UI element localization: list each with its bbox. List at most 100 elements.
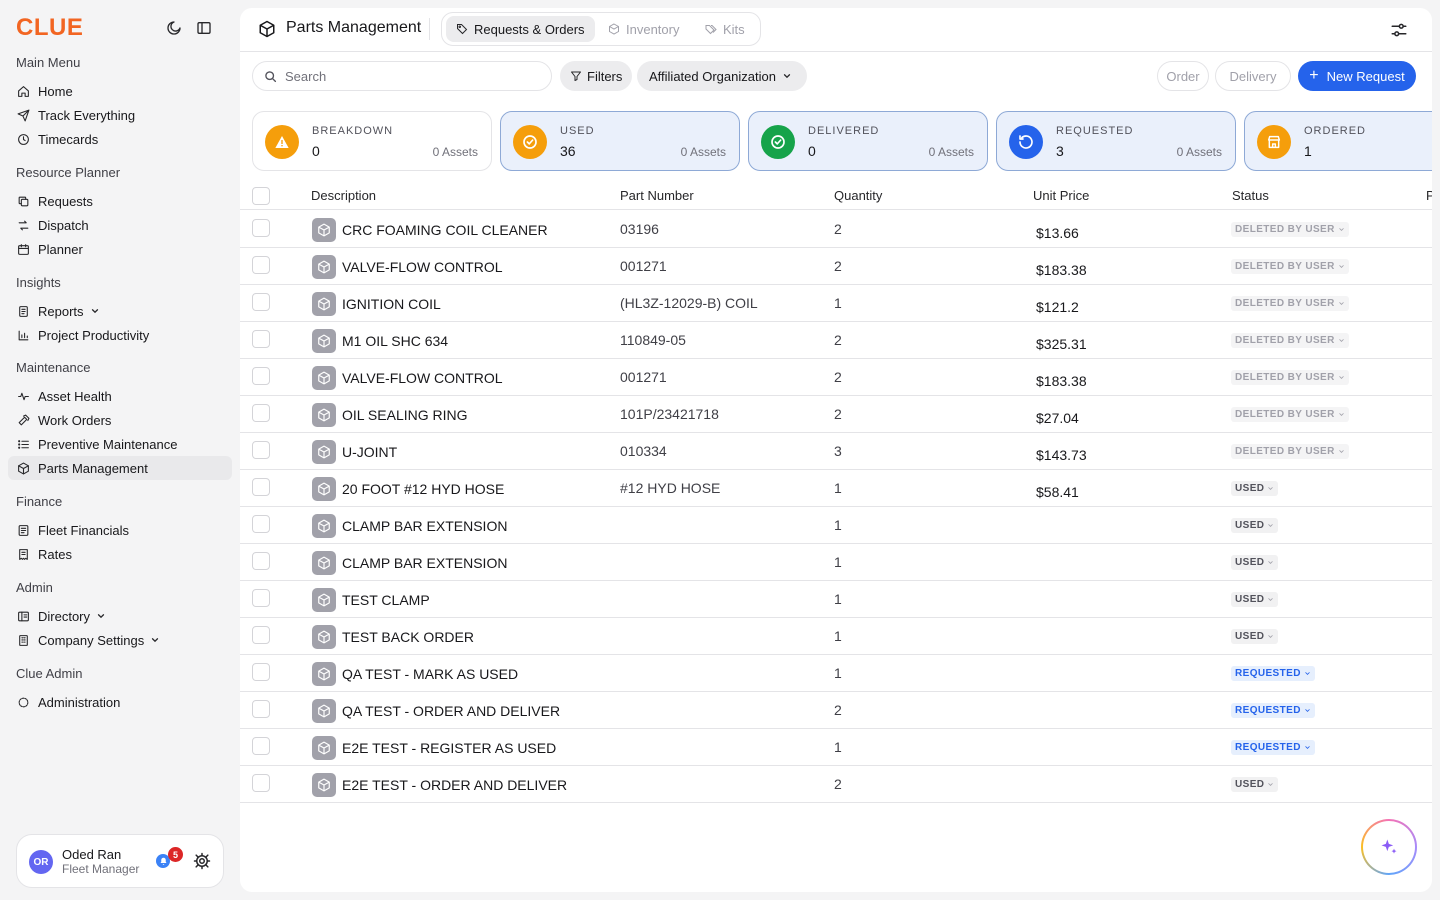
row-checkbox[interactable] <box>252 626 270 644</box>
row-checkbox[interactable] <box>252 367 270 385</box>
status-card-used[interactable]: USED 36 0 Assets <box>500 111 740 171</box>
table-row[interactable]: TEST BACK ORDER 1 USED <box>240 618 1432 655</box>
column-header-part-number[interactable]: Part Number <box>620 188 694 203</box>
row-checkbox[interactable] <box>252 515 270 533</box>
table-row[interactable]: CLAMP BAR EXTENSION 1 USED <box>240 507 1432 544</box>
column-header-p[interactable]: P <box>1426 188 1432 203</box>
column-header-status[interactable]: Status <box>1232 188 1269 203</box>
table-row[interactable]: E2E TEST - ORDER AND DELIVER 2 USED <box>240 766 1432 803</box>
status-card-breakdown[interactable]: BREAKDOWN 0 0 Assets <box>252 111 492 171</box>
column-header-description[interactable]: Description <box>311 188 376 203</box>
tab-requests-orders[interactable]: Requests & Orders <box>446 16 595 42</box>
status-card-ordered[interactable]: ORDERED10 <box>1244 111 1432 171</box>
table-row[interactable]: E2E TEST - REGISTER AS USED 1 REQUESTED <box>240 729 1432 766</box>
status-badge[interactable]: DELETED BY USER <box>1231 222 1349 237</box>
sidebar-item-rates[interactable]: Rates <box>8 542 232 566</box>
row-checkbox[interactable] <box>252 478 270 496</box>
status-badge[interactable]: DELETED BY USER <box>1231 370 1349 385</box>
status-badge[interactable]: DELETED BY USER <box>1231 407 1349 422</box>
row-checkbox[interactable] <box>252 552 270 570</box>
avatar[interactable]: OR <box>29 850 53 874</box>
order-button[interactable]: Order <box>1157 61 1209 91</box>
status-badge[interactable]: DELETED BY USER <box>1231 259 1349 274</box>
sidebar-item-project-productivity[interactable]: Project Productivity <box>8 323 232 347</box>
sidebar-item-preventive-maintenance[interactable]: Preventive Maintenance <box>8 432 232 456</box>
row-checkbox[interactable] <box>252 441 270 459</box>
table-row[interactable]: OIL SEALING RING 101P/23421718 2 $27.04 DELE… <box>240 396 1432 433</box>
sidebar-item-parts-management[interactable]: Parts Management <box>8 456 232 480</box>
sidebar-item-planner[interactable]: Planner <box>8 237 232 261</box>
chevron-down-icon <box>1338 263 1345 270</box>
sidebar-item-label: Dispatch <box>38 217 89 233</box>
status-badge[interactable]: DELETED BY USER <box>1231 296 1349 311</box>
sidebar-item-company-settings[interactable]: Company Settings <box>8 628 232 652</box>
table-row[interactable]: M1 OIL SHC 634 110849-05 2 $325.31 DELETED B… <box>240 322 1432 359</box>
row-checkbox[interactable] <box>252 293 270 311</box>
search-input[interactable] <box>252 61 552 91</box>
table-row[interactable]: TEST CLAMP 1 USED <box>240 581 1432 618</box>
status-badge[interactable]: REQUESTED <box>1231 703 1315 718</box>
status-badge[interactable]: USED <box>1231 555 1279 570</box>
new-request-button[interactable]: + New Request <box>1298 61 1416 91</box>
sidebar-item-requests[interactable]: Requests <box>8 189 232 213</box>
table-row[interactable]: QA TEST - ORDER AND DELIVER 2 REQUESTED <box>240 692 1432 729</box>
sidebar-item-administration[interactable]: Administration <box>8 690 232 714</box>
row-checkbox[interactable] <box>252 663 270 681</box>
sidebar-item-asset-health[interactable]: Asset Health <box>8 384 232 408</box>
user-card[interactable]: OR Oded Ran Fleet Manager 5 <box>16 834 224 888</box>
ai-assistant-button[interactable] <box>1361 819 1417 875</box>
column-header-unit-price[interactable]: Unit Price <box>1033 188 1089 203</box>
sidebar-item-home[interactable]: Home <box>8 79 232 103</box>
row-checkbox[interactable] <box>252 256 270 274</box>
moon-icon[interactable] <box>165 19 183 37</box>
part-icon <box>312 329 336 353</box>
sidebar-item-reports[interactable]: Reports <box>8 299 232 323</box>
status-badge[interactable]: USED <box>1231 481 1279 496</box>
delivery-button[interactable]: Delivery <box>1215 61 1291 91</box>
status-badge[interactable]: USED <box>1231 592 1279 607</box>
table-row[interactable]: QA TEST - MARK AS USED 1 REQUESTED <box>240 655 1432 692</box>
sidebar-item-label: Administration <box>38 694 121 710</box>
status-badge[interactable]: DELETED BY USER <box>1231 444 1349 459</box>
table-row[interactable]: CLAMP BAR EXTENSION 1 USED <box>240 544 1432 581</box>
select-all-checkbox[interactable] <box>252 187 270 205</box>
status-card-requested[interactable]: REQUESTED 3 0 Assets <box>996 111 1236 171</box>
table-row[interactable]: CRC FOAMING COIL CLEANER 03196 2 $13.66 DELE… <box>240 211 1432 248</box>
tag-icon <box>456 23 468 35</box>
status-badge[interactable]: USED <box>1231 777 1279 792</box>
filters-button[interactable]: Filters <box>560 61 633 91</box>
sidebar-toggle-icon[interactable] <box>195 19 213 37</box>
status-badge[interactable]: DELETED BY USER <box>1231 333 1349 348</box>
sliders-icon[interactable] <box>1390 21 1408 39</box>
status-badge[interactable]: REQUESTED <box>1231 666 1315 681</box>
chevron-down-icon <box>1338 337 1345 344</box>
row-checkbox[interactable] <box>252 404 270 422</box>
sidebar-item-dispatch[interactable]: Dispatch <box>8 213 232 237</box>
table-row[interactable]: IGNITION COIL (HL3Z-12029-B) COIL 1 $121.2 D… <box>240 285 1432 322</box>
row-checkbox[interactable] <box>252 330 270 348</box>
table-row[interactable]: VALVE-FLOW CONTROL 001271 2 $183.38 DELETED … <box>240 359 1432 396</box>
status-badge[interactable]: USED <box>1231 518 1279 533</box>
status-badge[interactable]: USED <box>1231 629 1279 644</box>
row-checkbox[interactable] <box>252 589 270 607</box>
table-row[interactable]: VALVE-FLOW CONTROL 001271 2 $183.38 DELETED … <box>240 248 1432 285</box>
sidebar-item-fleet-financials[interactable]: Fleet Financials <box>8 518 232 542</box>
cell-quantity: 2 <box>834 406 842 422</box>
tab-inventory[interactable]: Inventory <box>598 16 689 42</box>
gear-icon[interactable] <box>193 852 211 870</box>
status-card-delivered[interactable]: DELIVERED 0 0 Assets <box>748 111 988 171</box>
status-badge[interactable]: REQUESTED <box>1231 740 1315 755</box>
column-header-quantity[interactable]: Quantity <box>834 188 882 203</box>
row-checkbox[interactable] <box>252 700 270 718</box>
table-row[interactable]: U-JOINT 010334 3 $143.73 DELETED BY USER <box>240 433 1432 470</box>
row-checkbox[interactable] <box>252 737 270 755</box>
table-row[interactable]: 20 FOOT #12 HYD HOSE #12 HYD HOSE 1 $58.41 U… <box>240 470 1432 507</box>
row-checkbox[interactable] <box>252 219 270 237</box>
row-checkbox[interactable] <box>252 774 270 792</box>
tab-kits[interactable]: Kits <box>695 16 755 42</box>
sidebar-item-directory[interactable]: Directory <box>8 604 232 628</box>
sidebar-item-timecards[interactable]: Timecards <box>8 127 232 151</box>
affiliated-organization-select[interactable]: Affiliated Organization <box>637 61 807 91</box>
sidebar-item-work-orders[interactable]: Work Orders <box>8 408 232 432</box>
sidebar-item-track-everything[interactable]: Track Everything <box>8 103 232 127</box>
